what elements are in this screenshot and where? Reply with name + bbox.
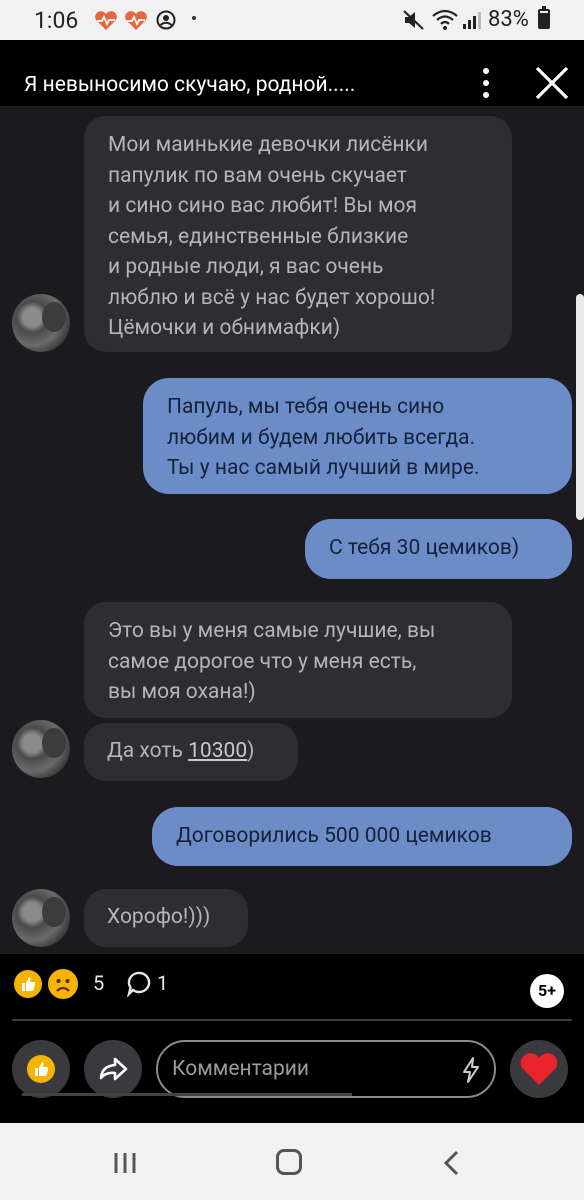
status-bar: 1:06 83% (0, 0, 584, 40)
message-line: вы моя охана!) (108, 680, 256, 704)
message-bubble: Папуль, мы тебя очень сино любим и будем… (143, 378, 572, 494)
battery-percent: 83% (488, 7, 529, 32)
message-line: Это вы у меня самые лучшие, вы (108, 619, 436, 643)
message-link[interactable]: 10300 (188, 739, 247, 763)
input-progress-line (22, 1093, 352, 1096)
scrollbar[interactable] (576, 294, 584, 520)
mute-icon (403, 10, 424, 30)
message-text: ) (247, 739, 255, 763)
heart-pulse-icon (95, 11, 117, 31)
bolt-icon[interactable] (458, 1056, 484, 1084)
comment-placeholder: Комментарии (172, 1057, 309, 1081)
message-line: люблю и всё у нас будет хорошо! (108, 285, 436, 310)
message-line: С тебя 30 цемиков) (329, 536, 520, 560)
heart-icon (520, 1053, 558, 1085)
message-line: папулик по вам очень скучает (108, 163, 408, 188)
viewers-badge[interactable]: 5+ (530, 974, 564, 1008)
avatar[interactable] (12, 294, 70, 352)
wifi-icon (432, 9, 458, 30)
like-icon[interactable] (12, 968, 44, 1000)
reactions-bar: 5 1 5+ (0, 954, 584, 1018)
message-bubble: Это вы у меня самые лучшие, вы самое дор… (84, 602, 512, 718)
home-icon[interactable] (276, 1149, 302, 1175)
recents-icon[interactable] (113, 1151, 139, 1175)
account-circle-icon (156, 10, 176, 30)
comment-composer: Комментарии (0, 1021, 584, 1123)
message-line: Хорофо!))) (107, 905, 211, 929)
system-nav-bar (0, 1123, 584, 1200)
battery-icon (538, 6, 550, 29)
chat-header: Я невыносимо скучаю, родной..... (0, 40, 584, 106)
message-line: и родные люди, я вас очень (108, 255, 384, 279)
message-text: Да хоть (107, 739, 189, 763)
notification-dot (192, 16, 196, 20)
signal-icon (463, 12, 481, 29)
message-line: семья, единственные близкие (108, 224, 409, 249)
message-bubble: Мои маинькие девочки лисёнки папулик по … (84, 116, 512, 352)
more-vertical-icon[interactable] (475, 66, 497, 100)
message-line: Мои маинькие девочки лисёнки (108, 133, 428, 157)
message-line: любим и будем любить всегда. (167, 425, 476, 450)
share-button[interactable] (84, 1040, 142, 1098)
message-line: Цёмочки и обнимафки) (108, 316, 341, 340)
message-line: самое дорогое что у меня есть, (108, 649, 417, 674)
reaction-count: 5 (93, 971, 105, 995)
chat-thread[interactable]: Мои маинькие девочки лисёнки папулик по … (0, 106, 584, 954)
message-line: Договорились 500 000 цемиков (176, 824, 492, 848)
back-icon[interactable] (442, 1149, 462, 1177)
message-bubble: Договорились 500 000 цемиков (152, 807, 572, 866)
chat-title: Я невыносимо скучаю, родной..... (24, 73, 356, 97)
comment-input[interactable]: Комментарии (156, 1040, 496, 1098)
like-icon (27, 1055, 55, 1083)
comment-icon[interactable] (127, 971, 153, 997)
status-time: 1:06 (34, 7, 79, 34)
heart-button[interactable] (510, 1040, 568, 1098)
message-line: и сино сино вас любит! Вы моя (108, 194, 418, 218)
close-icon[interactable] (534, 65, 570, 101)
sad-face-icon[interactable] (46, 967, 80, 1001)
like-button[interactable] (12, 1040, 70, 1098)
share-icon (99, 1057, 128, 1081)
comment-count: 1 (157, 971, 169, 995)
message-line: Папуль, мы тебя очень сино (167, 395, 445, 419)
message-line: Ты у нас самый лучший в мире. (167, 456, 480, 480)
avatar[interactable] (12, 889, 70, 947)
message-bubble: Да хоть 10300) (84, 723, 298, 781)
message-bubble: С тебя 30 цемиков) (305, 519, 572, 579)
message-bubble: Хорофо!))) (84, 889, 248, 947)
heart-pulse-icon (125, 11, 147, 31)
avatar[interactable] (12, 720, 70, 778)
